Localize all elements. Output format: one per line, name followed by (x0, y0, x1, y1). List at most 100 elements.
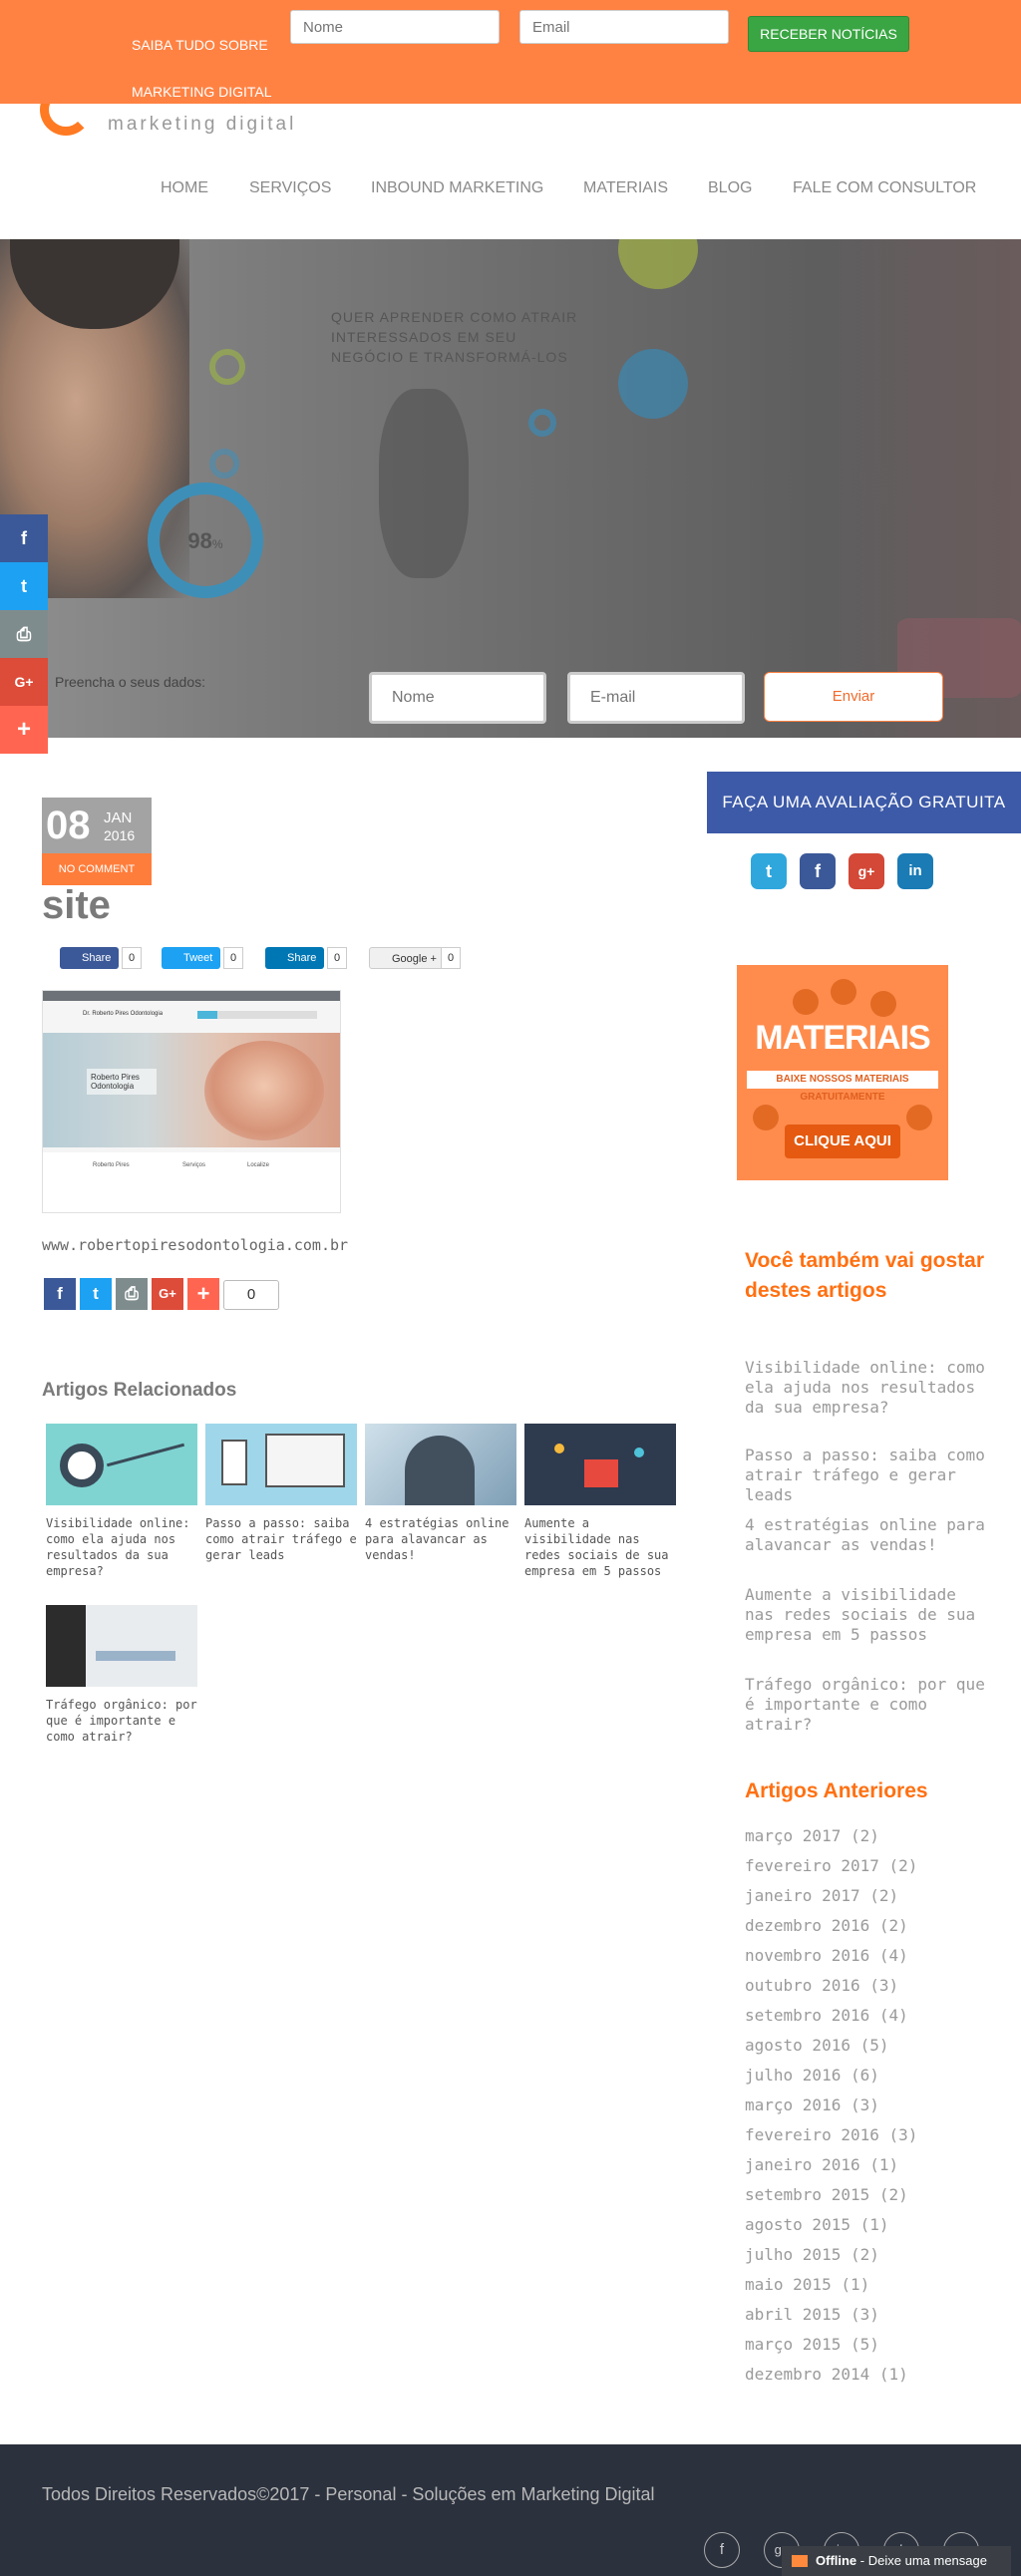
related-article-card[interactable]: Visibilidade online: como ela ajuda nos … (46, 1424, 197, 1579)
archive-link[interactable]: setembro 2015 (2) (745, 2185, 994, 2205)
facebook-share-icon[interactable]: f (0, 514, 48, 562)
comment-count-link[interactable]: NO COMMENT (42, 853, 152, 885)
related-thumbnail (524, 1424, 676, 1505)
screenshot-col-1: Roberto Pires (93, 1162, 130, 1168)
materials-click-button[interactable]: CLIQUE AQUI (785, 1125, 900, 1158)
hero-form-hint: Preencha o seus dados: (55, 674, 205, 690)
logo-mark-icon (40, 104, 92, 136)
bokeh-shape (618, 239, 698, 289)
related-article-title: Aumente a visibilidade nas redes sociais… (524, 1516, 669, 1578)
post-year: 2016 (104, 827, 136, 843)
nav-home[interactable]: HOME (161, 179, 208, 197)
print-icon[interactable]: ⎙ (0, 610, 48, 658)
more-share-icon[interactable]: + (187, 1278, 219, 1310)
envelope-icon (792, 2555, 808, 2567)
google-plus-share-count: 0 (441, 947, 461, 969)
materials-heading: MATERIAIS (755, 1019, 930, 1057)
hero-email-input[interactable] (567, 672, 745, 724)
related-thumbnail (46, 1605, 197, 1687)
you-may-like-link[interactable]: Visibilidade online: como ela ajuda nos … (745, 1358, 994, 1418)
bokeh-shape (379, 389, 469, 578)
facebook-icon[interactable]: f (44, 1278, 76, 1310)
free-evaluation-button[interactable]: FAÇA UMA AVALIAÇÃO GRATUITA (707, 772, 1021, 833)
related-article-card[interactable]: Passo a passo: saiba como atrair tráfego… (205, 1424, 357, 1563)
archive-link[interactable]: agosto 2016 (5) (745, 2036, 994, 2056)
archive-link[interactable]: março 2016 (3) (745, 2095, 994, 2115)
screenshot-menu (197, 1011, 317, 1019)
screenshot-caption: Roberto Pires Odontologia (87, 1069, 157, 1095)
related-article-card[interactable]: Tráfego orgânico: por que é importante e… (46, 1605, 197, 1745)
share-total-count: 0 (223, 1280, 279, 1310)
hero-headline: QUER APRENDER COMO ATRAIR INTERESSADOS E… (331, 309, 578, 365)
linkedin-icon[interactable]: in (897, 853, 933, 889)
related-article-title: 4 estratégias online para alavancar as v… (365, 1516, 510, 1562)
related-article-title: Visibilidade online: como ela ajuda nos … (46, 1516, 190, 1578)
archive-link[interactable]: fevereiro 2016 (3) (745, 2125, 994, 2145)
hero-send-button[interactable]: Enviar (764, 672, 943, 722)
archive-link[interactable]: setembro 2016 (4) (745, 2006, 994, 2026)
screenshot-col-3: Localize (247, 1162, 270, 1168)
nav-inbound-marketing[interactable]: INBOUND MARKETING (371, 179, 543, 197)
newsletter-name-input[interactable] (290, 10, 500, 44)
more-share-icon[interactable]: + (0, 706, 48, 754)
banner-deco-icon (793, 989, 819, 1015)
bokeh-shape (209, 449, 239, 479)
linkedin-share-button[interactable]: Share (265, 947, 325, 969)
facebook-share-count: 0 (122, 947, 142, 969)
nav-materiais[interactable]: MATERIAIS (583, 179, 668, 197)
you-may-like-link[interactable]: Aumente a visibilidade nas redes sociais… (745, 1585, 994, 1645)
chat-widget[interactable]: Offline - Deixe uma mensage (782, 2546, 1011, 2576)
archive-link[interactable]: janeiro 2017 (2) (745, 1886, 994, 1906)
screenshot-browser-bar (43, 991, 340, 1001)
google-plus-icon[interactable]: G+ (152, 1278, 183, 1310)
banner-deco-icon (831, 979, 856, 1005)
related-article-card[interactable]: 4 estratégias online para alavancar as v… (365, 1424, 516, 1563)
twitter-icon[interactable]: t (80, 1278, 112, 1310)
archive-link[interactable]: março 2017 (2) (745, 1826, 994, 1846)
archive-link[interactable]: novembro 2016 (4) (745, 1946, 994, 1966)
post-date: 08 JAN 2016 NO COMMENT (42, 798, 152, 885)
google-plus-share-button[interactable]: Google + (369, 947, 446, 969)
you-may-like-link[interactable]: Tráfego orgânico: por que é importante e… (745, 1675, 994, 1735)
nav-fale-com-consultor[interactable]: FALE COM CONSULTOR (793, 179, 976, 197)
newsletter-email-input[interactable] (519, 10, 729, 44)
nav-blog[interactable]: BLOG (708, 179, 752, 197)
related-article-card[interactable]: Aumente a visibilidade nas redes sociais… (524, 1424, 676, 1579)
screenshot-brand: Dr. Roberto Pires Odontologia (83, 1011, 164, 1017)
materials-banner[interactable]: MATERIAIS BAIXE NOSSOS MATERIAIS GRATUIT… (737, 965, 948, 1180)
archive-link[interactable]: abril 2015 (3) (745, 2305, 994, 2325)
receive-news-button[interactable]: RECEBER NOTÍCIAS (748, 16, 909, 52)
share-rail: f t ⎙ G+ + (0, 514, 48, 754)
archive-link[interactable]: maio 2015 (1) (745, 2275, 994, 2295)
archive-link[interactable]: fevereiro 2017 (2) (745, 1856, 994, 1876)
social-share-counters: Share 0 Tweet 0 Share 0 Google + 0 (60, 947, 518, 969)
you-may-like-link[interactable]: Passo a passo: saiba como atrair tráfego… (745, 1446, 994, 1505)
archive-link[interactable]: agosto 2015 (1) (745, 2215, 994, 2235)
post-share-toolbar: f t ⎙ G+ + 0 (44, 1278, 303, 1312)
post-featured-image: Dr. Roberto Pires Odontologia Roberto Pi… (42, 990, 341, 1213)
facebook-share-button[interactable]: Share (60, 947, 120, 969)
twitter-icon[interactable]: t (751, 853, 787, 889)
print-icon[interactable]: ⎙ (116, 1278, 148, 1310)
bokeh-shape (618, 349, 688, 419)
post-url[interactable]: www.robertopiresodontologia.com.br (42, 1236, 348, 1254)
archive-link[interactable]: março 2015 (5) (745, 2335, 994, 2355)
archive-link[interactable]: dezembro 2016 (2) (745, 1916, 994, 1936)
logo-tagline: marketing digital (108, 114, 297, 135)
archive-link[interactable]: janeiro 2016 (1) (745, 2155, 994, 2175)
you-may-like-link[interactable]: 4 estratégias online para alavancar as v… (745, 1515, 994, 1555)
twitter-share-icon[interactable]: t (0, 562, 48, 610)
footer-facebook-icon[interactable]: f (704, 2532, 740, 2568)
screenshot-patient (204, 1041, 324, 1140)
newsletter-bar: SAIBA TUDO SOBRE MARKETING DIGITAL RECEB… (0, 0, 1021, 104)
nav-servicos[interactable]: SERVIÇOS (249, 179, 331, 197)
google-plus-icon[interactable]: g+ (849, 853, 884, 889)
facebook-icon[interactable]: f (800, 853, 836, 889)
google-plus-share-icon[interactable]: G+ (0, 658, 48, 706)
twitter-tweet-button[interactable]: Tweet (162, 947, 221, 969)
archive-link[interactable]: julho 2016 (6) (745, 2066, 994, 2086)
archive-link[interactable]: outubro 2016 (3) (745, 1976, 994, 1996)
archive-link[interactable]: julho 2015 (2) (745, 2245, 994, 2265)
archive-link[interactable]: dezembro 2014 (1) (745, 2365, 994, 2385)
hero-name-input[interactable] (369, 672, 546, 724)
